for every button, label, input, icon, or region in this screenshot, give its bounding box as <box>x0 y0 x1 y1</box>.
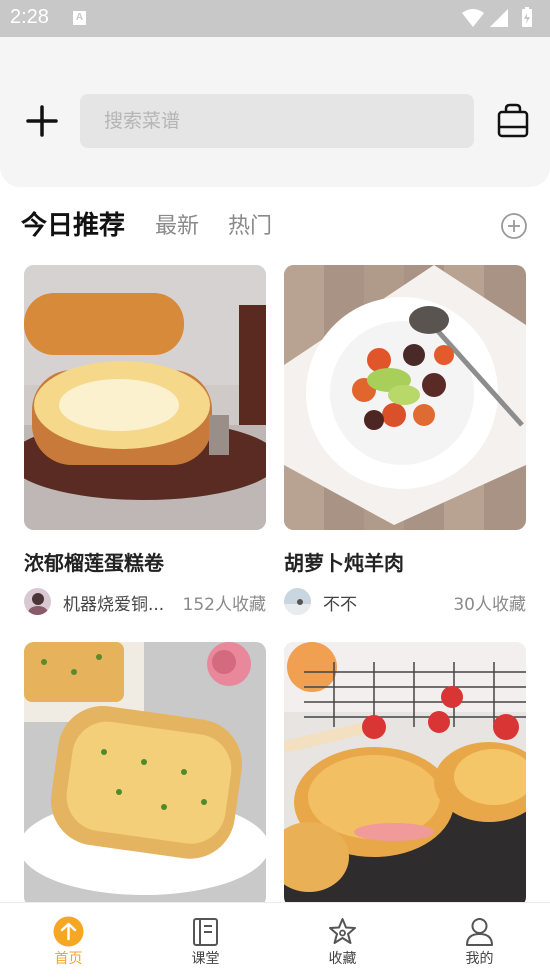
author-name[interactable]: 机器烧爱铜... <box>63 590 164 615</box>
recipe-card[interactable]: 浓郁榴莲蛋糕卷 机器烧爱铜... 152人收藏 <box>24 265 266 615</box>
plus-icon[interactable] <box>24 103 60 139</box>
nav-label: 课堂 <box>191 951 220 967</box>
tab-today-recommend[interactable]: 今日推荐 <box>21 205 125 242</box>
nav-classroom[interactable]: 课堂 <box>137 903 274 979</box>
status-time: 2:28 <box>10 6 49 28</box>
add-circle-icon[interactable] <box>500 212 528 240</box>
recipe-meta: 机器烧爱铜... 152人收藏 <box>24 587 266 615</box>
bottom-nav: 首页 课堂 收藏 我的 <box>0 902 550 979</box>
star-icon[interactable] <box>327 916 358 947</box>
nav-label: 首页 <box>54 951 83 967</box>
notification-icon: A <box>73 11 86 25</box>
search-box[interactable] <box>80 94 474 148</box>
nav-mine[interactable]: 我的 <box>411 903 548 979</box>
recipe-card[interactable]: 胡萝卜炖羊肉 不不 30人收藏 <box>284 265 526 615</box>
tab-hot[interactable]: 热门 <box>228 208 272 240</box>
status-icons <box>462 7 532 27</box>
signal-icon <box>490 9 508 27</box>
nav-label: 我的 <box>465 951 494 967</box>
recipe-image[interactable] <box>24 265 266 530</box>
shopping-bag-icon[interactable] <box>496 103 530 139</box>
recipe-meta: 不不 30人收藏 <box>284 587 526 615</box>
favorites-count: 30人收藏 <box>453 595 526 615</box>
avatar[interactable] <box>284 588 311 615</box>
author-name[interactable]: 不不 <box>323 590 357 615</box>
recipe-image[interactable] <box>284 265 526 530</box>
header <box>0 37 550 187</box>
app-screen: 2:28 A 今日推荐 最新 热门 <box>0 0 550 979</box>
recipe-image[interactable] <box>284 642 526 907</box>
status-bar: 2:28 A <box>0 0 550 37</box>
nav-favorites[interactable]: 收藏 <box>274 903 411 979</box>
avatar[interactable] <box>24 588 51 615</box>
category-tabs: 今日推荐 最新 热门 <box>0 200 550 252</box>
recipe-title[interactable]: 浓郁榴莲蛋糕卷 <box>24 547 266 575</box>
book-icon[interactable] <box>190 916 221 947</box>
favorites-count: 152人收藏 <box>182 595 266 615</box>
search-input[interactable] <box>80 94 474 148</box>
recipe-image[interactable] <box>24 642 266 907</box>
recipe-title[interactable]: 胡萝卜炖羊肉 <box>284 547 526 575</box>
nav-home[interactable]: 首页 <box>0 903 137 979</box>
home-arrow-icon[interactable] <box>53 916 84 947</box>
tab-latest[interactable]: 最新 <box>155 208 199 240</box>
nav-label: 收藏 <box>328 951 357 967</box>
user-icon[interactable] <box>464 916 495 947</box>
wifi-icon <box>462 9 484 27</box>
